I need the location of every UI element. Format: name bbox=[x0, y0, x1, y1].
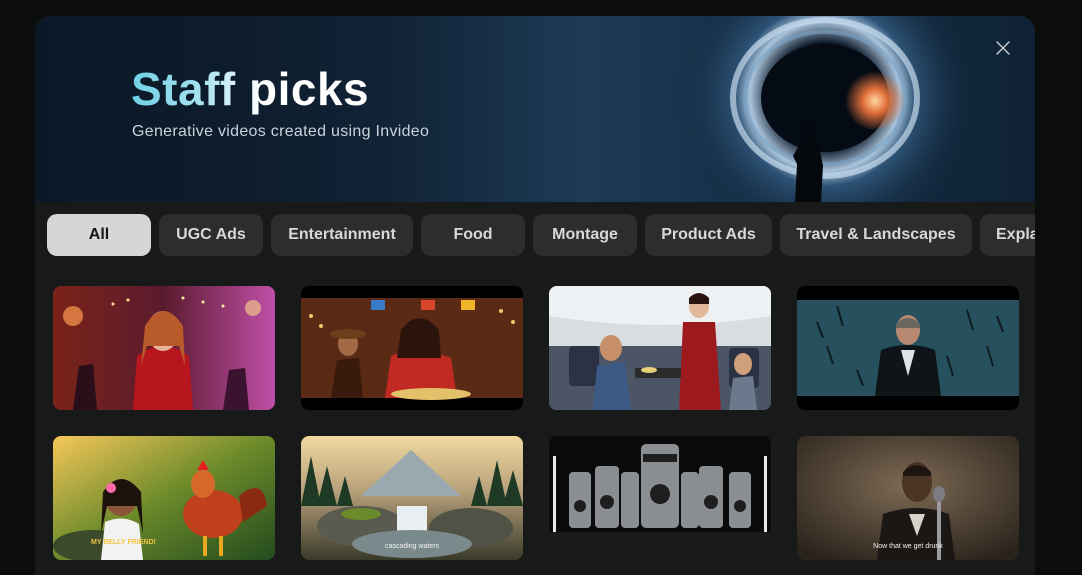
video-caption: cascading waters bbox=[384, 543, 440, 550]
video-thumbnail bbox=[301, 436, 523, 560]
video-thumbnail bbox=[301, 286, 523, 410]
staff-picks-modal: Staff picks Generative videos created us… bbox=[35, 16, 1035, 575]
video-card-waterfall[interactable]: cascading waters bbox=[301, 436, 523, 560]
video-card-agent[interactable] bbox=[797, 286, 1019, 410]
hero-banner: Staff picks Generative videos created us… bbox=[35, 16, 1035, 202]
video-thumbnail bbox=[797, 286, 1019, 410]
page-title: Staff picks bbox=[131, 63, 370, 115]
video-thumbnail bbox=[797, 436, 1019, 560]
video-card-restaurant[interactable] bbox=[301, 286, 523, 410]
category-filter-bar: All UGC Ads Entertainment Food Montage P… bbox=[47, 214, 1035, 256]
filter-chip-montage[interactable]: Montage bbox=[533, 214, 637, 256]
video-card-singer[interactable]: Now that we get drunk bbox=[797, 436, 1019, 560]
filter-chip-food[interactable]: Food bbox=[421, 214, 525, 256]
filter-chip-explainer[interactable]: Expla bbox=[980, 214, 1035, 256]
video-card-airplane[interactable] bbox=[549, 286, 771, 410]
filter-chip-entertainment[interactable]: Entertainment bbox=[271, 214, 413, 256]
video-caption: Now that we get drunk bbox=[873, 543, 943, 550]
close-button[interactable] bbox=[991, 36, 1015, 60]
video-caption: MY BELLY FRIEND! bbox=[91, 539, 156, 546]
video-thumbnail bbox=[549, 286, 771, 410]
video-thumbnail bbox=[53, 436, 275, 560]
close-icon bbox=[996, 41, 1010, 55]
filter-chip-ugc-ads[interactable]: UGC Ads bbox=[159, 214, 263, 256]
filter-chip-all[interactable]: All bbox=[47, 214, 151, 256]
video-card-cartoon[interactable]: MY BELLY FRIEND! bbox=[53, 436, 275, 560]
video-card-party[interactable] bbox=[53, 286, 275, 410]
video-thumbnail bbox=[53, 286, 275, 410]
filter-chip-travel-landscapes[interactable]: Travel & Landscapes bbox=[780, 214, 972, 256]
page-subtitle: Generative videos created using Invideo bbox=[132, 123, 430, 140]
video-thumbnail bbox=[549, 436, 771, 560]
filter-chip-product-ads[interactable]: Product Ads bbox=[645, 214, 772, 256]
video-grid: MY BELLY FRIEND! cascading waters Now th… bbox=[53, 286, 1019, 560]
video-card-product[interactable] bbox=[549, 436, 771, 560]
